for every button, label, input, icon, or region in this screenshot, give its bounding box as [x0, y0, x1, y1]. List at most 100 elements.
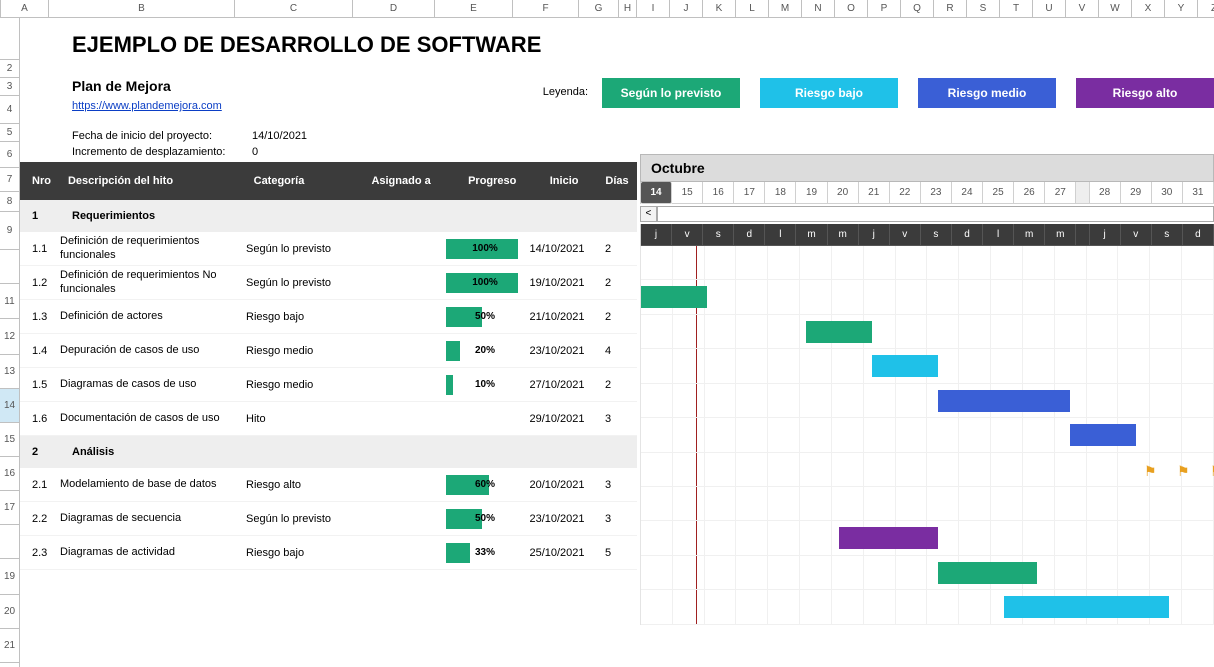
cell-prog[interactable]: 20% — [446, 341, 524, 361]
cell-dias[interactable]: 3 — [590, 513, 626, 525]
cell-nro[interactable]: 1.5 — [20, 379, 60, 391]
gantt-bar[interactable] — [938, 390, 1070, 412]
date-header-cell[interactable]: 27 — [1045, 182, 1076, 204]
column-header[interactable]: U — [1033, 0, 1066, 17]
cell-ini[interactable]: 29/10/2021 — [524, 413, 590, 425]
column-header[interactable]: X — [1132, 0, 1165, 17]
column-header[interactable]: Y — [1165, 0, 1198, 17]
cell-dias[interactable]: 4 — [590, 345, 626, 357]
cell-prog[interactable]: 100% — [446, 273, 524, 293]
row-header[interactable]: 11 — [0, 284, 19, 319]
gantt-bar[interactable] — [872, 355, 938, 377]
table-row[interactable]: 1.1Definición de requerimientos funciona… — [20, 232, 637, 266]
gantt-bar[interactable] — [806, 321, 872, 343]
cell-ini[interactable]: 27/10/2021 — [524, 379, 590, 391]
row-header[interactable]: 15 — [0, 423, 19, 457]
date-header-cell[interactable]: 14 — [641, 182, 672, 204]
row-header[interactable]: 9 — [0, 212, 19, 250]
cell-dias[interactable]: 5 — [590, 547, 626, 559]
group-row[interactable]: 1Requerimientos — [20, 200, 637, 232]
column-header[interactable]: R — [934, 0, 967, 17]
column-header[interactable]: M — [769, 0, 802, 17]
cell-nro[interactable]: 2.1 — [20, 479, 60, 491]
column-header[interactable]: B — [49, 0, 235, 17]
cell-prog[interactable]: 100% — [446, 239, 524, 259]
date-header-cell[interactable]: 28 — [1090, 182, 1121, 204]
cell-cat[interactable]: Según lo previsto — [246, 277, 364, 289]
cell-cat[interactable]: Según lo previsto — [246, 513, 364, 525]
cell-nro[interactable]: 1.1 — [20, 243, 60, 255]
cell-ini[interactable]: 14/10/2021 — [524, 243, 590, 255]
date-header-cell[interactable]: 16 — [703, 182, 734, 204]
gantt-bar[interactable] — [1070, 424, 1136, 446]
row-header[interactable]: 5 — [0, 124, 19, 142]
column-header[interactable]: V — [1066, 0, 1099, 17]
cell-prog[interactable]: 50% — [446, 509, 524, 529]
cell-nro[interactable]: 1.4 — [20, 345, 60, 357]
row-header[interactable]: 13 — [0, 355, 19, 389]
table-row[interactable]: 1.2Definición de requerimientos No funci… — [20, 266, 637, 300]
scroll-track[interactable] — [657, 206, 1214, 222]
column-header[interactable]: F — [513, 0, 579, 17]
row-header[interactable] — [0, 18, 19, 60]
column-header[interactable]: E — [435, 0, 513, 17]
cell-desc[interactable]: Diagramas de secuencia — [60, 512, 246, 526]
table-row[interactable]: 1.4Depuración de casos de usoRiesgo medi… — [20, 334, 637, 368]
project-link[interactable]: https://www.plandemejora.com — [72, 100, 222, 112]
column-header[interactable]: H — [619, 0, 637, 17]
column-header[interactable]: K — [703, 0, 736, 17]
cell-cat[interactable]: Según lo previsto — [246, 243, 364, 255]
table-row[interactable]: 2.2Diagramas de secuenciaSegún lo previs… — [20, 502, 637, 536]
date-header-cell[interactable]: 29 — [1121, 182, 1152, 204]
column-header[interactable]: A — [1, 0, 49, 17]
column-header[interactable]: Q — [901, 0, 934, 17]
date-header-cell[interactable]: 22 — [890, 182, 921, 204]
column-header[interactable]: S — [967, 0, 1000, 17]
cell-cat[interactable]: Hito — [246, 413, 364, 425]
cell-desc[interactable]: Depuración de casos de uso — [60, 344, 246, 358]
row-header[interactable] — [0, 525, 19, 559]
table-row[interactable]: 1.5Diagramas de casos de usoRiesgo medio… — [20, 368, 637, 402]
cell-ini[interactable]: 20/10/2021 — [524, 479, 590, 491]
cell-prog[interactable]: 60% — [446, 475, 524, 495]
row-header[interactable] — [0, 250, 19, 284]
table-row[interactable]: 1.3Definición de actoresRiesgo bajo50%21… — [20, 300, 637, 334]
column-header[interactable]: N — [802, 0, 835, 17]
cell-dias[interactable]: 3 — [590, 413, 626, 425]
cell-desc[interactable]: Definición de requerimientos funcionales — [60, 235, 246, 263]
gantt-bar[interactable] — [938, 562, 1037, 584]
column-header[interactable]: G — [579, 0, 619, 17]
date-header-cell[interactable]: 25 — [983, 182, 1014, 204]
date-header-cell[interactable]: 17 — [734, 182, 765, 204]
column-header[interactable]: W — [1099, 0, 1132, 17]
date-header-cell[interactable]: 24 — [952, 182, 983, 204]
cell-ini[interactable]: 25/10/2021 — [524, 547, 590, 559]
cell-ini[interactable]: 23/10/2021 — [524, 513, 590, 525]
column-header[interactable]: L — [736, 0, 769, 17]
cell-ini[interactable]: 19/10/2021 — [524, 277, 590, 289]
date-header-cell[interactable]: 21 — [859, 182, 890, 204]
row-header[interactable]: 19 — [0, 559, 19, 595]
gantt-bar[interactable] — [1004, 596, 1169, 618]
cell-dias[interactable]: 2 — [590, 311, 626, 323]
cell-cat[interactable]: Riesgo medio — [246, 345, 364, 357]
cell-desc[interactable]: Definición de requerimientos No funciona… — [60, 269, 246, 297]
row-header[interactable]: 14 — [0, 389, 19, 423]
date-header-cell[interactable]: 15 — [672, 182, 703, 204]
cell-nro[interactable]: 1.2 — [20, 277, 60, 289]
cell-prog[interactable]: 10% — [446, 375, 524, 395]
cell-ini[interactable]: 23/10/2021 — [524, 345, 590, 357]
date-header-cell[interactable]: 18 — [765, 182, 796, 204]
table-row[interactable]: 2.3Diagramas de actividadRiesgo bajo33%2… — [20, 536, 637, 570]
cell-dias[interactable]: 3 — [590, 479, 626, 491]
column-header[interactable]: O — [835, 0, 868, 17]
start-date-value[interactable]: 14/10/2021 — [252, 130, 307, 142]
column-header[interactable]: P — [868, 0, 901, 17]
row-header[interactable]: 2 — [0, 60, 19, 78]
cell-dias[interactable]: 2 — [590, 277, 626, 289]
row-header[interactable]: 3 — [0, 78, 19, 96]
cell-nro[interactable]: 2.3 — [20, 547, 60, 559]
cell-desc[interactable]: Modelamiento de base de datos — [60, 478, 246, 492]
cell-cat[interactable]: Riesgo alto — [246, 479, 364, 491]
row-header[interactable]: 7 — [0, 168, 19, 192]
